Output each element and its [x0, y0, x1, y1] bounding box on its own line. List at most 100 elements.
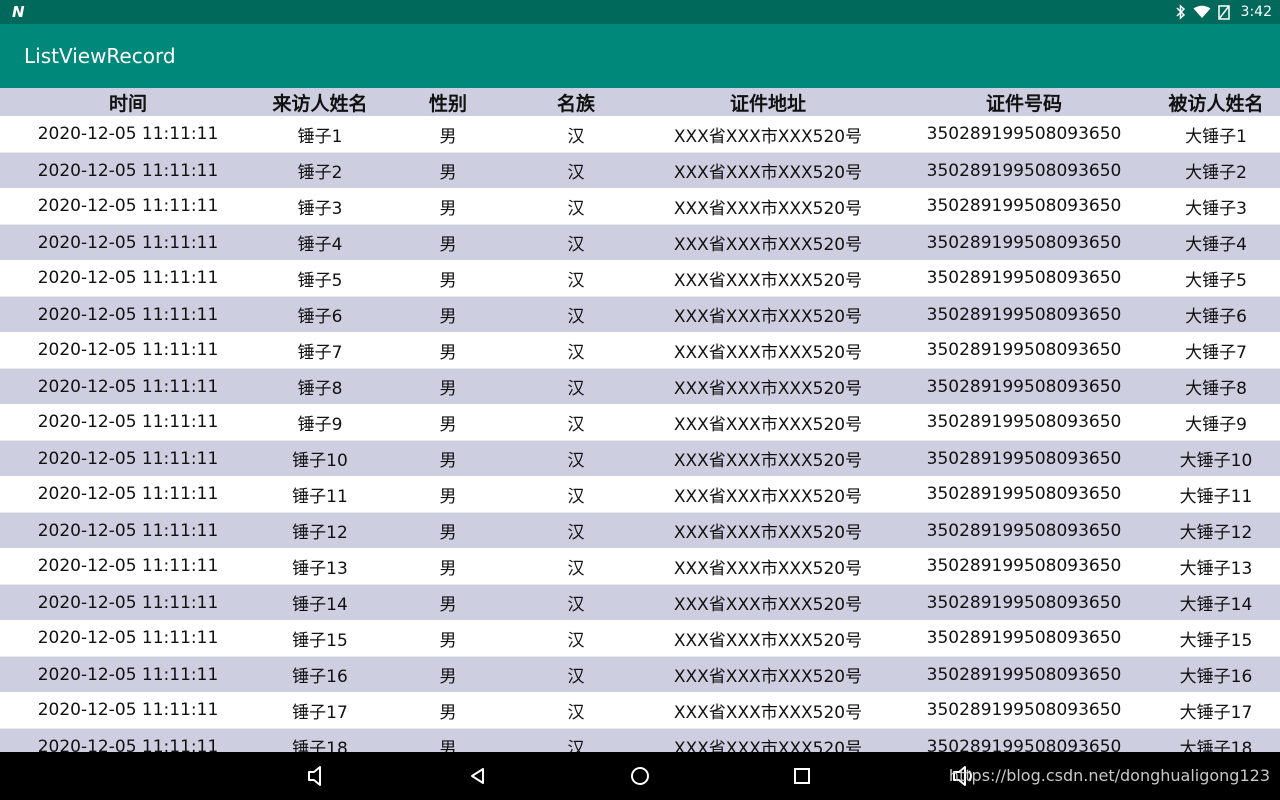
cell-host-name: 大锤子9 [1185, 414, 1247, 435]
header-gender: 性别 [428, 92, 467, 115]
table-row[interactable]: 2020-12-05 11:11:11 锤子16 男 汉 XXX省XXX市XXX520号… [0, 656, 1280, 692]
cell-id-number: 350289199508093650 [926, 376, 1122, 397]
cell-time: 2020-12-05 11:11:11 [37, 556, 219, 576]
cell-ethnicity: 汉 [567, 523, 585, 543]
cell-visitor-name: 锤子4 [297, 235, 343, 255]
cell-host-name: 大锤子12 [1179, 523, 1253, 543]
cell-time: 2020-12-05 11:11:11 [37, 304, 219, 325]
cell-id-address: XXX省XXX市XXX520号 [673, 630, 863, 651]
table-row[interactable]: 2020-12-05 11:11:11 锤子2 男 汉 XXX省XXX市XXX520号 3… [0, 152, 1280, 188]
cell-id-address: XXX省XXX市XXX520号 [673, 667, 863, 687]
cell-host-name: 大锤子2 [1185, 163, 1247, 183]
cell-ethnicity: 汉 [567, 630, 585, 651]
cell-ethnicity: 汉 [567, 451, 585, 471]
cell-id-number: 350289199508093650 [926, 196, 1122, 216]
home-icon[interactable] [616, 752, 664, 800]
table-row[interactable]: 2020-12-05 11:11:11 锤子3 男 汉 XXX省XXX市XXX520号 3… [0, 188, 1280, 224]
cell-id-address: XXX省XXX市XXX520号 [673, 451, 863, 471]
header-time: 时间 [108, 92, 147, 115]
cell-time: 2020-12-05 11:11:11 [37, 484, 219, 504]
cell-host-name: 大锤子11 [1179, 486, 1253, 507]
cell-time: 2020-12-05 11:11:11 [37, 160, 219, 181]
table-row[interactable]: 2020-12-05 11:11:11 锤子8 男 汉 XXX省XXX市XXX520号 3… [0, 368, 1280, 404]
cell-id-number: 350289199508093650 [926, 304, 1122, 325]
cell-ethnicity: 汉 [567, 342, 585, 363]
cell-host-name: 大锤子10 [1179, 451, 1253, 471]
cell-id-number: 350289199508093650 [926, 448, 1122, 469]
cell-host-name: 大锤子6 [1185, 307, 1247, 327]
bluetooth-icon [1175, 4, 1187, 20]
cell-ethnicity: 汉 [567, 198, 585, 219]
cell-time: 2020-12-05 11:11:11 [37, 520, 219, 541]
cell-host-name: 大锤子3 [1185, 198, 1247, 219]
cell-time: 2020-12-05 11:11:11 [37, 664, 219, 685]
cell-id-number: 350289199508093650 [926, 664, 1122, 685]
cell-id-number: 350289199508093650 [926, 520, 1122, 541]
cell-id-number: 350289199508093650 [926, 736, 1122, 753]
cell-id-number: 350289199508093650 [926, 592, 1122, 613]
cell-gender: 男 [439, 379, 457, 399]
recents-icon[interactable] [778, 752, 826, 800]
record-table[interactable]: 时间 来访人姓名 性别 名族 证件地址 证件号码 被访人姓名 2020-12-0… [0, 88, 1280, 752]
cell-gender: 男 [439, 702, 457, 723]
cell-id-address: XXX省XXX市XXX520号 [673, 126, 863, 147]
app-title: ListViewRecord [24, 44, 176, 68]
cell-gender: 男 [439, 558, 457, 579]
cell-time: 2020-12-05 11:11:11 [37, 628, 219, 648]
table-row[interactable]: 2020-12-05 11:11:11 锤子4 男 汉 XXX省XXX市XXX520号 3… [0, 224, 1280, 260]
cell-id-number: 350289199508093650 [926, 232, 1122, 253]
notification-n-icon: N [12, 3, 25, 21]
watermark: https://blog.csdn.net/donghualigong123 [948, 766, 1270, 785]
cell-id-number: 350289199508093650 [926, 556, 1122, 576]
table-row[interactable]: 2020-12-05 11:11:11 锤子12 男 汉 XXX省XXX市XXX520号… [0, 512, 1280, 548]
cell-visitor-name: 锤子17 [292, 702, 348, 723]
cell-ethnicity: 汉 [567, 163, 585, 183]
table-row[interactable]: 2020-12-05 11:11:11 锤子13 男 汉 XXX省XXX市XXX520号… [0, 548, 1280, 584]
cell-id-number: 350289199508093650 [926, 160, 1122, 181]
table-row[interactable]: 2020-12-05 11:11:11 锤子9 男 汉 XXX省XXX市XXX520号 3… [0, 404, 1280, 440]
cell-gender: 男 [439, 595, 457, 615]
cell-time: 2020-12-05 11:11:11 [37, 412, 219, 432]
app-bar: ListViewRecord [0, 24, 1280, 88]
table-row[interactable]: 2020-12-05 11:11:11 锤子6 男 汉 XXX省XXX市XXX520号 3… [0, 296, 1280, 332]
table-row[interactable]: 2020-12-05 11:11:11 锤子5 男 汉 XXX省XXX市XXX520号 3… [0, 260, 1280, 296]
cell-ethnicity: 汉 [567, 739, 585, 752]
battery-icon [1217, 4, 1231, 20]
table-row[interactable]: 2020-12-05 11:11:11 锤子11 男 汉 XXX省XXX市XXX520号… [0, 476, 1280, 512]
cell-visitor-name: 锤子12 [292, 523, 348, 543]
cell-host-name: 大锤子5 [1185, 270, 1247, 291]
table-row[interactable]: 2020-12-05 11:11:11 锤子10 男 汉 XXX省XXX市XXX520号… [0, 440, 1280, 476]
cell-gender: 男 [439, 486, 457, 507]
cell-gender: 男 [439, 198, 457, 219]
cell-ethnicity: 汉 [567, 486, 585, 507]
table-row[interactable]: 2020-12-05 11:11:11 锤子18 男 汉 XXX省XXX市XXX520号… [0, 728, 1280, 752]
cell-ethnicity: 汉 [567, 126, 585, 147]
volume-down-icon[interactable] [291, 752, 339, 800]
table-row[interactable]: 2020-12-05 11:11:11 锤子1 男 汉 XXX省XXX市XXX520号 3… [0, 116, 1280, 152]
cell-host-name: 大锤子18 [1179, 739, 1253, 752]
cell-host-name: 大锤子17 [1179, 702, 1253, 723]
back-icon[interactable] [454, 752, 502, 800]
table-row[interactable]: 2020-12-05 11:11:11 锤子7 男 汉 XXX省XXX市XXX520号 3… [0, 332, 1280, 368]
cell-visitor-name: 锤子14 [292, 595, 348, 615]
cell-id-address: XXX省XXX市XXX520号 [673, 198, 863, 219]
status-icons: 3:42 [1175, 0, 1272, 24]
cell-visitor-name: 锤子9 [297, 414, 343, 435]
cell-gender: 男 [439, 523, 457, 543]
cell-id-number: 350289199508093650 [926, 628, 1122, 648]
table-row[interactable]: 2020-12-05 11:11:11 锤子17 男 汉 XXX省XXX市XXX520号… [0, 692, 1280, 728]
cell-visitor-name: 锤子15 [292, 630, 348, 651]
status-time: 3:42 [1240, 4, 1272, 20]
cell-id-address: XXX省XXX市XXX520号 [673, 702, 863, 723]
cell-visitor-name: 锤子10 [292, 451, 348, 471]
table-row[interactable]: 2020-12-05 11:11:11 锤子15 男 汉 XXX省XXX市XXX520号… [0, 620, 1280, 656]
cell-gender: 男 [439, 307, 457, 327]
table-row[interactable]: 2020-12-05 11:11:11 锤子14 男 汉 XXX省XXX市XXX520号… [0, 584, 1280, 620]
cell-time: 2020-12-05 11:11:11 [37, 232, 219, 253]
cell-id-address: XXX省XXX市XXX520号 [673, 414, 863, 435]
cell-host-name: 大锤子15 [1179, 630, 1253, 651]
cell-host-name: 大锤子13 [1179, 558, 1253, 579]
cell-time: 2020-12-05 11:11:11 [37, 340, 219, 360]
cell-gender: 男 [439, 342, 457, 363]
cell-host-name: 大锤子8 [1185, 379, 1247, 399]
